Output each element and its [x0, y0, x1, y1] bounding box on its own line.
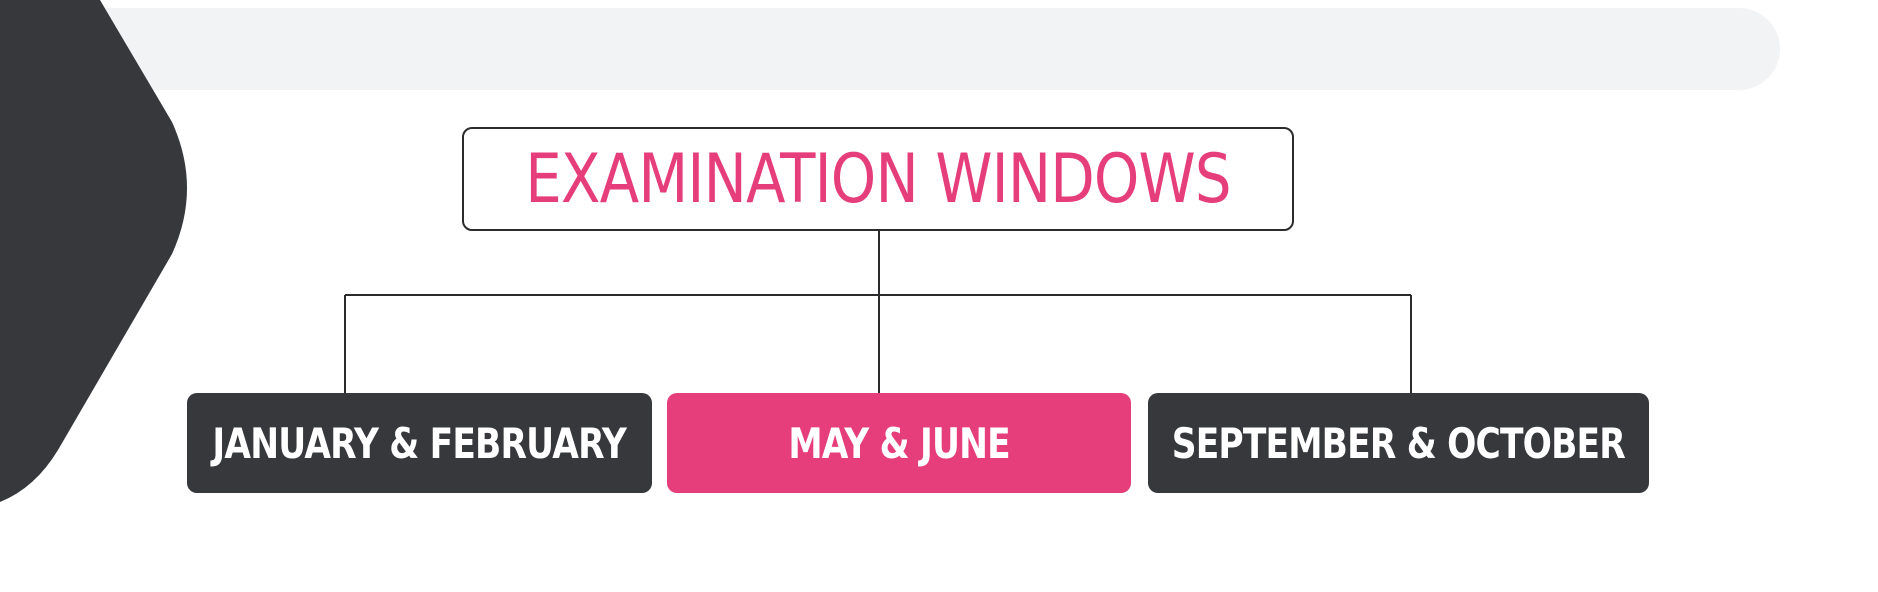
window-label: SEPTEMBER & OCTOBER: [1171, 418, 1626, 468]
tree-connectors: [344, 231, 1412, 393]
window-box-january-february: JANUARY & FEBRUARY: [187, 393, 652, 493]
window-label: MAY & JUNE: [788, 418, 1010, 468]
window-box-september-october: SEPTEMBER & OCTOBER: [1148, 393, 1649, 493]
diagram-title: EXAMINATION WINDOWS: [525, 139, 1231, 219]
window-label: JANUARY & FEBRUARY: [212, 418, 627, 468]
diagram-canvas: EXAMINATION WINDOWS JANUARY & FEBRUARY M…: [0, 0, 1878, 592]
window-box-may-june: MAY & JUNE: [667, 393, 1131, 493]
title-box: EXAMINATION WINDOWS: [462, 127, 1294, 231]
